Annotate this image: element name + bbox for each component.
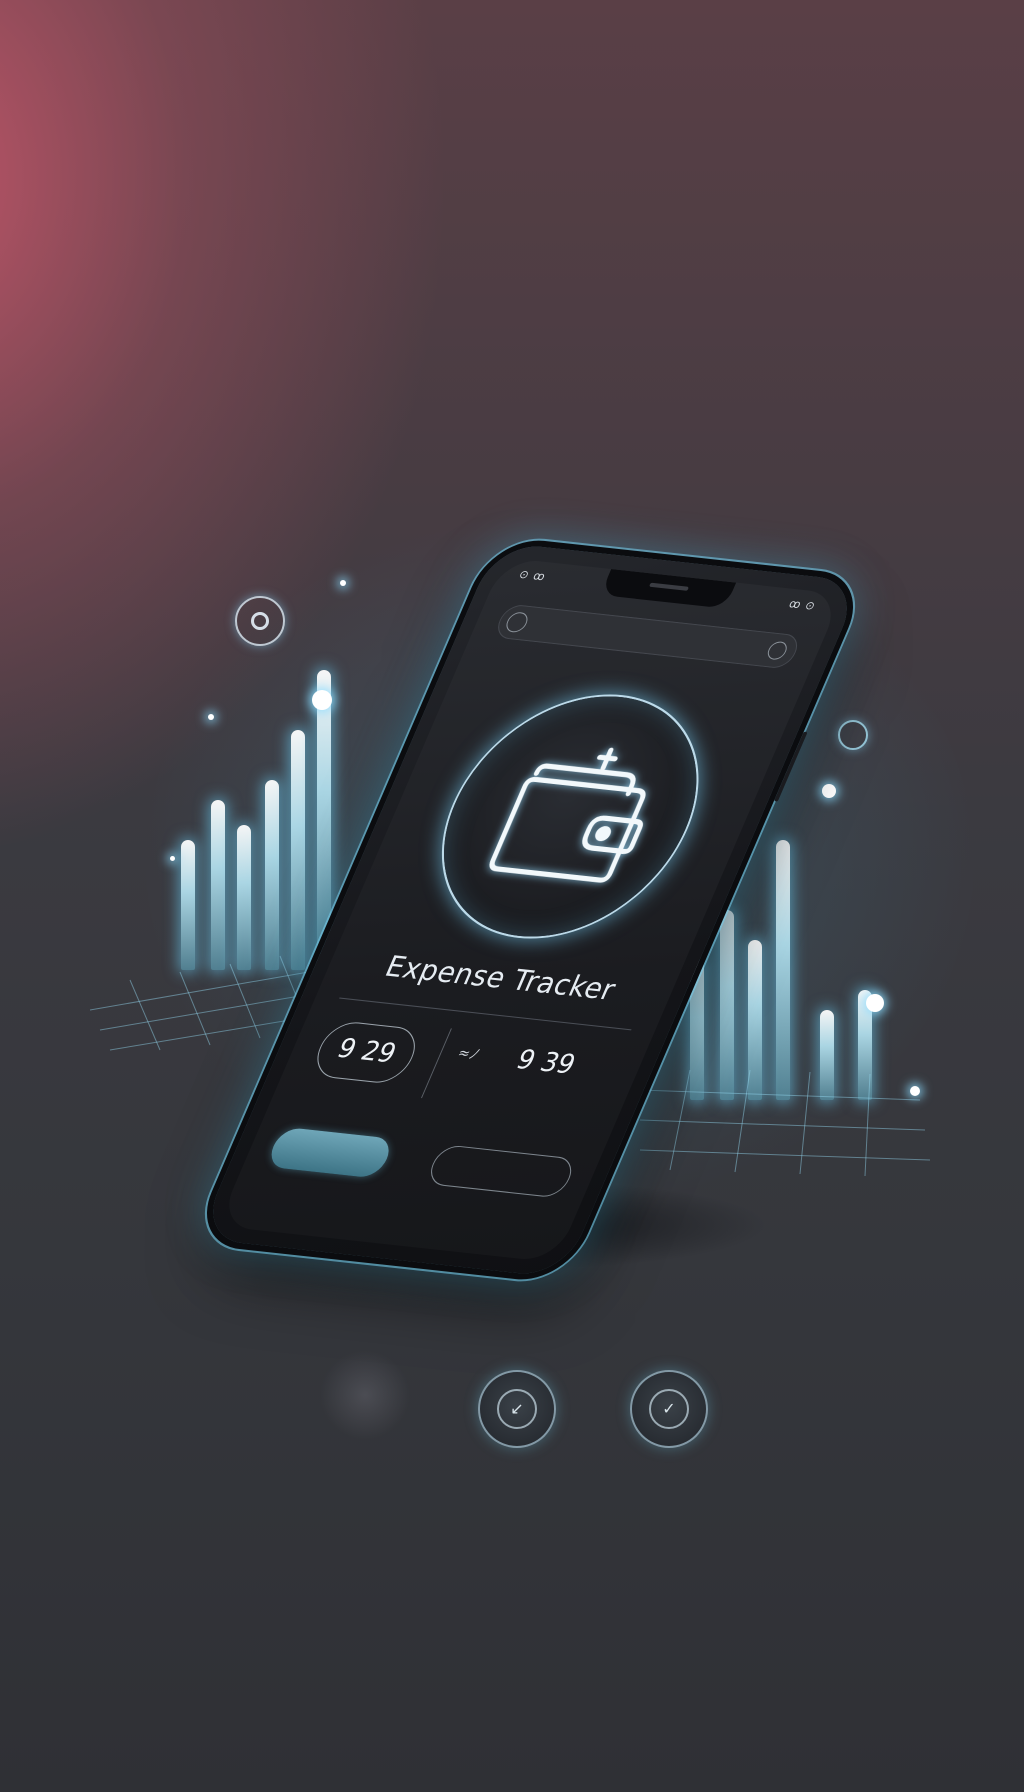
check-icon: ✓: [649, 1389, 689, 1429]
decor-bar: [237, 825, 251, 970]
search-bar[interactable]: [492, 603, 803, 670]
glow-dot: [910, 1086, 920, 1096]
right-grid-floor: [640, 1069, 930, 1177]
decor-bar: [265, 780, 279, 970]
status-bar-right: ꝏ ⊙: [786, 597, 819, 613]
glow-dot: [312, 690, 332, 710]
decor-bar: [291, 730, 305, 970]
glow-dot: [822, 784, 836, 798]
secondary-button[interactable]: [424, 1143, 578, 1199]
clock-icon: ↙: [497, 1389, 537, 1429]
glow-dot: [170, 856, 175, 861]
profile-icon[interactable]: [764, 640, 790, 661]
notch-speaker: [648, 582, 690, 591]
wallet-icon: [489, 747, 646, 883]
wallet-icon-circle[interactable]: [403, 684, 737, 949]
signature-icon: ≈ﾉ: [454, 1045, 480, 1064]
primary-button[interactable]: [264, 1126, 396, 1179]
stats-divider: [420, 1028, 452, 1099]
floating-action-button-left[interactable]: ↙: [478, 1370, 556, 1448]
floating-ring-icon: [838, 720, 868, 750]
scene-background: ⊙ ꝏ ꝏ ⊙ Expense Tracker 9 29 ≈ﾉ 9 39 ↙ ✓: [0, 0, 1024, 1792]
glow-dot: [208, 714, 214, 720]
decor-bar: [317, 670, 331, 970]
glow-dot: [340, 580, 346, 586]
phone-notch: [600, 569, 737, 609]
glow-dot: [866, 994, 884, 1012]
left-bar-chart-decoration: [175, 640, 335, 970]
stat-right-value: 9 39: [511, 1044, 580, 1081]
floating-ring-inner: [251, 612, 269, 630]
decor-bar: [211, 800, 225, 970]
status-bar-left: ⊙ ꝏ: [516, 567, 549, 584]
floating-action-button-right[interactable]: ✓: [630, 1370, 708, 1448]
stat-left-value[interactable]: 9 29: [308, 1019, 425, 1086]
search-icon: [503, 611, 531, 634]
blurred-orb: [320, 1350, 410, 1440]
